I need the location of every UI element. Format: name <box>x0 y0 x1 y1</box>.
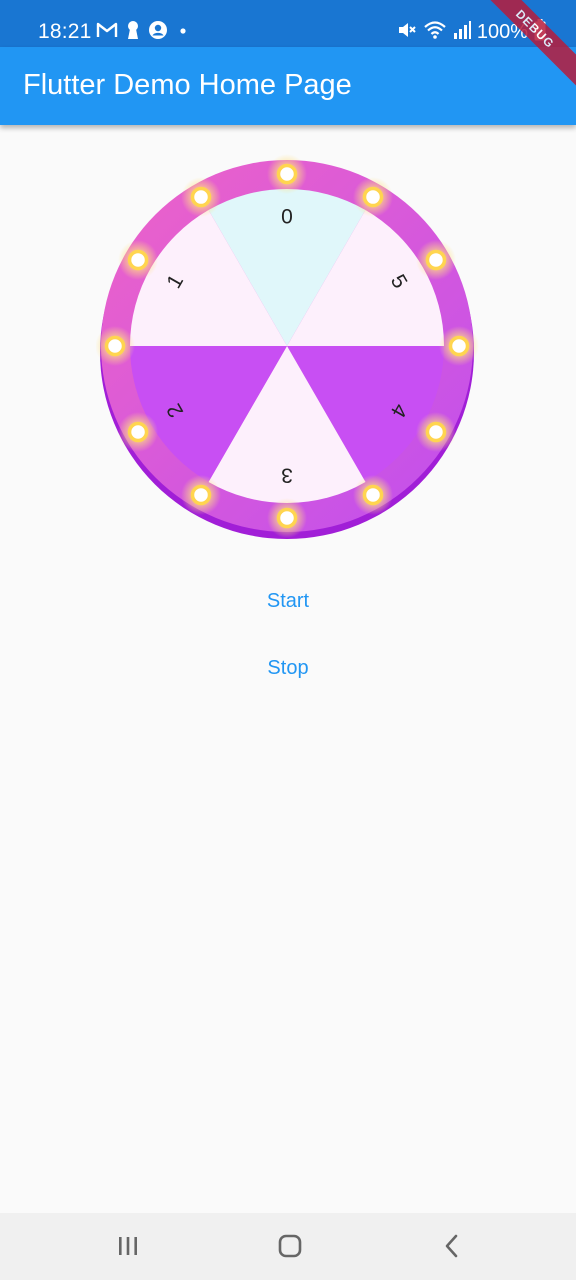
keyhole-icon <box>126 20 140 45</box>
rim-light <box>448 335 470 357</box>
wifi-icon <box>423 20 447 45</box>
rim-light <box>276 163 298 185</box>
start-button[interactable]: Start <box>238 579 338 623</box>
status-bar: 18:21 100% <box>0 0 576 47</box>
dot-icon <box>176 20 190 45</box>
status-time: 18:21 <box>38 20 92 43</box>
rim-light <box>362 186 384 208</box>
rim-light <box>104 335 126 357</box>
back-icon[interactable] <box>432 1229 472 1263</box>
rim-light <box>425 249 447 271</box>
system-nav-bar <box>0 1213 576 1280</box>
status-left-icons <box>96 20 190 45</box>
rim-light <box>127 249 149 271</box>
rim-light <box>190 186 212 208</box>
wheel-graphic: 054321 <box>96 154 479 539</box>
spin-wheel: 054321 <box>96 150 480 550</box>
rim-light <box>276 507 298 529</box>
rim-light <box>425 421 447 443</box>
rim-light <box>190 484 212 506</box>
wheel-segment-label: 0 <box>281 206 293 229</box>
app-bar: Flutter Demo Home Page <box>0 47 576 125</box>
signal-icon <box>453 20 471 45</box>
mute-icon <box>397 20 417 45</box>
gmail-icon <box>96 22 118 43</box>
home-icon[interactable] <box>270 1229 310 1263</box>
rim-light <box>127 421 149 443</box>
wheel-segment-label: 3 <box>281 463 293 486</box>
page-title: Flutter Demo Home Page <box>23 69 352 101</box>
stop-button[interactable]: Stop <box>238 646 338 690</box>
app-screen: 18:21 100% Flutter Demo Home Page DEBUG … <box>0 0 576 1280</box>
account-circle-icon <box>148 20 168 45</box>
wheel-segments <box>130 188 445 504</box>
recent-apps-icon[interactable] <box>108 1229 148 1263</box>
rim-light <box>362 484 384 506</box>
